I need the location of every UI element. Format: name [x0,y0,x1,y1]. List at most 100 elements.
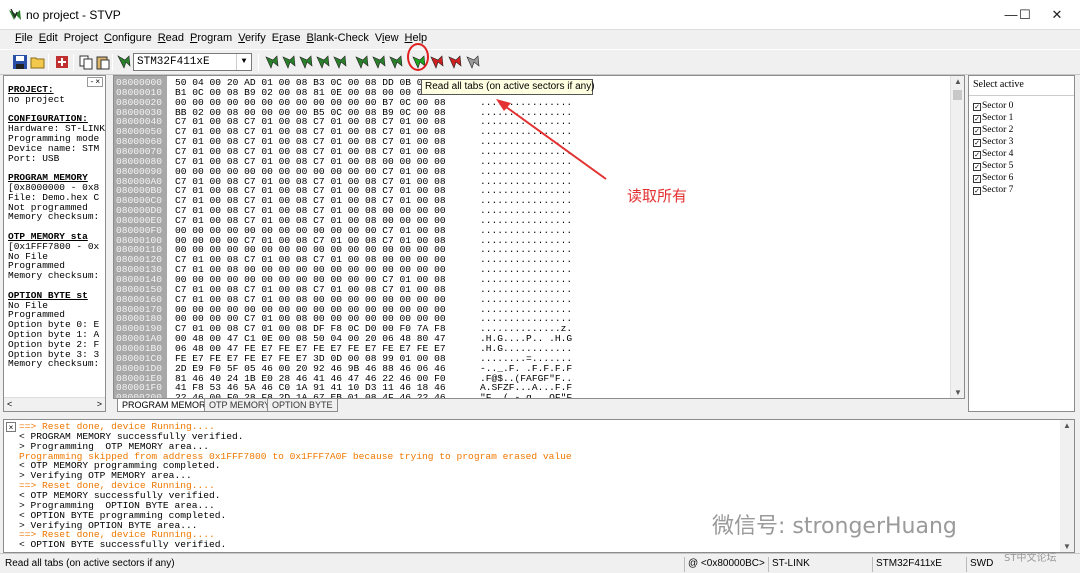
menu-item-read[interactable]: Read [155,30,187,44]
info-line: Memory checksum: [8,211,100,223]
hex-row[interactable]: 080001D0 2D E9 F0 5F 05 46 00 20 92 46 9B… [114,362,950,374]
sector-label: Sector 0 [982,101,1014,111]
checkbox-icon[interactable]: ✓ [973,175,981,183]
log-line: < OPTION BYTE programming completed. [19,509,227,521]
hex-bytes[interactable]: 2D E9 F0 5F 05 46 00 20 92 46 9B 46 88 4… [175,363,446,374]
sector-checkbox-0[interactable]: ✓ Sector 0 [969,100,1074,112]
checkbox-icon[interactable]: ✓ [973,187,981,195]
erase-icon[interactable] [371,54,387,70]
verify-all-tabs-icon[interactable] [447,54,463,70]
log-line: < OPTION BYTE successfully verified. [19,539,227,551]
checkbox-icon[interactable]: ✓ [973,127,981,135]
menu-item-blank-check[interactable]: Blank-Check [303,30,371,44]
blank-check-icon[interactable] [388,54,404,70]
info-line: Memory checksum: [8,358,100,370]
device-chip-icon [117,55,131,69]
highlight-circle [407,43,429,71]
close-icon[interactable]: × [6,422,16,432]
open-folder-icon[interactable] [30,54,46,70]
checkbox-icon[interactable]: ✓ [973,151,981,159]
read-current-tab-icon[interactable] [264,54,280,70]
sector-label: Sector 1 [982,113,1014,123]
tab-option-byte[interactable]: OPTION BYTE [267,399,338,412]
sector-checkbox-5[interactable]: ✓ Sector 5 [969,160,1074,172]
title-bar: no project - STVP — ☐ ✕ [0,0,1080,30]
device-select-value: STM32F411xE [137,56,210,68]
hex-view[interactable]: 08000000 50 04 00 20 AD 01 00 08 B3 0C 00… [113,75,965,399]
sector-label: Sector 5 [982,161,1014,171]
tooltip: Read all tabs (on active sectors if any) [421,79,595,95]
log-scrollbar[interactable]: ▲ ▼ [1060,420,1074,552]
hex-address: 08000090 [116,165,163,177]
sector-checkbox-2[interactable]: ✓ Sector 2 [969,124,1074,136]
sector-panel-header: Select active [973,79,1024,90]
menu-item-file[interactable]: File [12,30,36,44]
scroll-left-icon[interactable]: < [7,399,12,409]
horizontal-scrollbar[interactable]: < > [4,397,105,411]
project-icon[interactable] [54,54,70,70]
hex-ascii: ................ [480,165,573,177]
menu-item-project[interactable]: Project [61,30,101,44]
menu-item-help[interactable]: Help [402,30,431,44]
menu-item-configure[interactable]: Configure [101,30,155,44]
menu-item-program[interactable]: Program [187,30,235,44]
disabled-action-icon[interactable] [465,54,481,70]
checkbox-icon[interactable]: ✓ [973,139,981,147]
hex-bytes[interactable]: 00 00 00 00 00 00 00 00 00 00 00 00 C7 0… [175,166,446,177]
program-current-tab-icon[interactable] [298,54,314,70]
verify-all-icon[interactable] [354,54,370,70]
window-title: no project - STVP [26,8,121,22]
sector-checkbox-6[interactable]: ✓ Sector 6 [969,172,1074,184]
menu-item-edit[interactable]: Edit [36,30,61,44]
menu-item-verify[interactable]: Verify [235,30,269,44]
hex-row[interactable]: 08000090 00 00 00 00 00 00 00 00 00 00 00… [114,165,950,177]
sector-checkbox-4[interactable]: ✓ Sector 4 [969,148,1074,160]
scroll-down-icon[interactable]: ▼ [1060,542,1074,551]
sector-checkbox-1[interactable]: ✓ Sector 1 [969,112,1074,124]
chevron-down-icon[interactable]: ▼ [236,54,251,70]
status-device: STM32F411xE [872,557,964,572]
vertical-scrollbar[interactable]: ▲ ▼ [950,76,964,398]
hex-address: 080001D0 [116,362,163,374]
status-address: @ <0x80000BC> [684,557,766,572]
program-icon[interactable] [315,54,331,70]
sector-label: Sector 3 [982,137,1014,147]
watermark: 微信号: strongerHuang [712,514,957,539]
status-message: Read all tabs (on active sectors if any) [5,558,175,569]
sector-label: Sector 7 [982,185,1014,195]
scroll-right-icon[interactable]: > [97,399,102,409]
sector-label: Sector 4 [982,149,1014,159]
scroll-down-icon[interactable]: ▼ [951,388,964,397]
verify-icon[interactable] [332,54,348,70]
copy-icon[interactable] [78,54,94,70]
tab-program-memory[interactable]: PROGRAM MEMORY [117,399,217,412]
stvp-app-icon [9,8,21,20]
status-protocol: SWD [966,557,1006,572]
program-all-tabs-icon[interactable] [429,54,445,70]
checkbox-icon[interactable]: ✓ [973,163,981,171]
status-bar: Read all tabs (on active sectors if any)… [0,553,1080,573]
memory-tabs: PROGRAM MEMORY OTP MEMORY OPTION BYTE [113,399,965,412]
sector-checkbox-7[interactable]: ✓ Sector 7 [969,184,1074,196]
watermark-forum: ST中文论坛 [1004,553,1057,564]
scroll-up-icon[interactable]: ▲ [951,77,964,86]
sector-checkbox-3[interactable]: ✓ Sector 3 [969,136,1074,148]
menu-item-view[interactable]: View [372,30,402,44]
read-icon[interactable] [281,54,297,70]
checkbox-icon[interactable]: ✓ [973,115,981,123]
info-line: no project [8,93,66,105]
scroll-up-icon[interactable]: ▲ [1060,421,1074,430]
paste-icon[interactable] [95,54,111,70]
panel-close-icon[interactable]: - × [87,77,103,87]
menu-item-erase[interactable]: Erase [269,30,304,44]
status-hardware: ST-LINK [768,557,870,572]
checkbox-icon[interactable]: ✓ [973,103,981,111]
toolbar: STM32F411xE ▼ [0,49,1080,75]
close-button[interactable]: ✕ [1034,0,1080,30]
info-line: Port: USB [8,152,60,164]
project-info-panel: - × PROJECT: no project CONFIGURATION: Hard… [3,75,106,412]
device-select[interactable]: STM32F411xE ▼ [133,53,252,71]
save-icon[interactable] [12,54,28,70]
scroll-thumb[interactable] [953,90,962,100]
tab-otp-memory[interactable]: OTP MEMORY [204,399,276,412]
